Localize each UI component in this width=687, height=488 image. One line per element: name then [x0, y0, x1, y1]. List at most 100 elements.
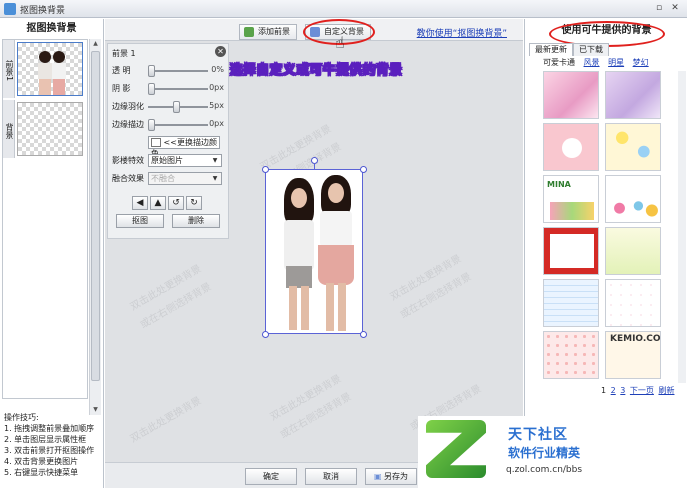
layer-label: 背景 — [3, 100, 15, 158]
tile-label: MINA — [547, 180, 571, 189]
color-swatch — [151, 138, 161, 147]
tip-item: 4. 双击背景更换图片 — [4, 457, 79, 466]
tips-title: 操作技巧: — [4, 413, 39, 422]
tip-item: 1. 拖拽调整前景叠加顺序 — [4, 424, 95, 433]
layer-panel: 抠图换背景 前景1 背景 ▲ ▼ 操作技巧: 1. 拖拽调整前景叠加顺序 2. … — [0, 19, 104, 488]
shadow-slider[interactable] — [148, 83, 208, 95]
layer-list: 前景1 背景 — [2, 39, 88, 399]
save-as-button[interactable]: ▣ 另存为 — [365, 468, 417, 485]
logo-line1: 天下社区 — [508, 427, 568, 443]
blend-select[interactable]: 不融合 ▼ — [148, 172, 222, 185]
gallery-thumbnail[interactable] — [543, 71, 599, 119]
category-row: 可爱卡通 风景 明星 梦幻 — [543, 57, 655, 68]
scroll-thumb[interactable] — [91, 51, 100, 381]
prop-opacity: 透 明 0% — [112, 65, 224, 77]
left-panel-header: 抠图换背景 — [26, 23, 77, 34]
close-window-icon[interactable]: ✕ — [668, 2, 682, 15]
category-scenery[interactable]: 风景 — [584, 58, 600, 67]
help-link[interactable]: 教你使用“抠图换背景” — [417, 26, 507, 39]
tip-item: 5. 右键显示快捷菜单 — [4, 468, 79, 477]
gallery-pager: 1 2 3 下一页 刷新 — [601, 385, 674, 396]
gallery-thumbnail[interactable] — [543, 227, 599, 275]
add-foreground-button[interactable]: 添加前景 — [239, 24, 297, 40]
instruction-annotation: 6.选择自定义或可牛提供的背景 — [215, 63, 403, 79]
tips-section: 操作技巧: 1. 拖拽调整前景叠加顺序 2. 单击图层显示属性框 3. 双击前景… — [4, 412, 102, 478]
scroll-up-icon[interactable]: ▲ — [90, 39, 101, 49]
gallery-thumbnail[interactable] — [605, 71, 661, 119]
rotate-right-icon[interactable]: ↻ — [186, 196, 202, 210]
props-title: 前景 1 — [112, 49, 136, 58]
resize-handle[interactable] — [360, 331, 367, 338]
window-title: 抠图换背景 — [20, 6, 66, 16]
layer-scrollbar[interactable]: ▲ ▼ — [89, 39, 101, 415]
background-thumbnail[interactable] — [17, 102, 83, 156]
close-icon[interactable]: ✕ — [215, 46, 226, 57]
rotate-left-icon[interactable]: ↺ — [168, 196, 184, 210]
gallery-thumbnail[interactable]: KEMIO.COM — [605, 331, 661, 379]
foreground-image[interactable] — [265, 169, 363, 334]
refresh-link[interactable]: 刷新 — [658, 386, 674, 395]
background-thumbnail-grid: MINA KEMIO.COM — [543, 71, 669, 381]
move-up-icon[interactable]: ◀ — [132, 196, 148, 210]
foreground-thumbnail[interactable] — [17, 42, 83, 96]
title-bar: 抠图换背景 ▫ ✕ — [0, 0, 687, 18]
logo-line2: 软件行业精英 — [508, 446, 581, 460]
gallery-thumbnail[interactable] — [605, 279, 661, 327]
tip-item: 2. 单击图层显示属性框 — [4, 435, 87, 444]
cutout-button[interactable]: 抠图 — [116, 214, 164, 228]
category-stars[interactable]: 明星 — [608, 58, 624, 67]
ok-button[interactable]: 确定 — [245, 468, 297, 485]
gallery-thumbnail[interactable] — [543, 331, 599, 379]
layer-label: 前景1 — [3, 40, 15, 98]
minimize-icon[interactable]: ▫ — [652, 2, 666, 15]
opacity-slider[interactable] — [148, 65, 208, 77]
person-figure — [280, 178, 318, 333]
chevron-down-icon: ▼ — [212, 175, 218, 182]
resize-handle[interactable] — [262, 166, 269, 173]
category-dreamy[interactable]: 梦幻 — [633, 58, 649, 67]
gallery-thumbnail[interactable] — [543, 123, 599, 171]
app-icon — [4, 3, 16, 15]
page-3[interactable]: 3 — [620, 386, 625, 395]
layer-background[interactable]: 背景 — [3, 100, 87, 158]
effect-row: 影楼特效 原始图片 ▼ — [108, 154, 228, 168]
tip-item: 3. 双击前景打开抠图操作 — [4, 446, 95, 455]
gallery-thumbnail[interactable] — [605, 227, 661, 275]
save-icon: ▣ — [373, 472, 382, 481]
gallery-thumbnail[interactable] — [543, 279, 599, 327]
move-down-icon[interactable]: ▲ — [150, 196, 166, 210]
effect-select[interactable]: 原始图片 ▼ — [148, 154, 222, 167]
next-page-link[interactable]: 下一页 — [630, 386, 654, 395]
foreground-properties-panel: 前景 1 ✕ 透 明 0% 阴 影 0px 边缘羽化 5px 边缘描边 0px … — [107, 43, 229, 239]
feather-slider[interactable] — [148, 101, 208, 113]
page-2[interactable]: 2 — [611, 386, 616, 395]
gallery-thumbnail[interactable]: MINA — [543, 175, 599, 223]
delete-button[interactable]: 删除 — [172, 214, 220, 228]
gallery-thumbnail[interactable] — [605, 175, 661, 223]
watermark-line: 双击此处更换背景 — [128, 395, 204, 445]
category-cartoon[interactable]: 可爱卡通 — [543, 58, 575, 67]
prop-feather: 边缘羽化 5px — [112, 101, 224, 113]
stroke-color-button[interactable]: <<更换描边颜色 — [148, 136, 220, 158]
page-1[interactable]: 1 — [601, 386, 606, 395]
stroke-color-row: <<更换描边颜色 — [108, 136, 228, 158]
stroke-slider[interactable] — [148, 119, 208, 131]
logo-url: q.zol.com.cn/bbs — [506, 465, 583, 475]
tab-latest[interactable]: 最新更新 — [529, 43, 573, 56]
resize-handle[interactable] — [262, 331, 269, 338]
prop-stroke: 边缘描边 0px — [112, 119, 224, 131]
add-image-icon — [244, 27, 254, 37]
gallery-thumbnail[interactable] — [605, 123, 661, 171]
tab-downloaded[interactable]: 已下载 — [573, 43, 609, 56]
layer-foreground-1[interactable]: 前景1 — [3, 40, 87, 98]
tile-label: KEMIO.COM — [610, 334, 661, 344]
hand-cursor-icon: ☝ — [335, 33, 345, 52]
gallery-scrollbar[interactable] — [678, 71, 686, 383]
person-figure — [316, 175, 356, 333]
site-logo-overlay: 天下社区 软件行业精英 q.zol.com.cn/bbs — [418, 416, 687, 488]
blend-row: 融合效果 不融合 ▼ — [108, 172, 228, 186]
resize-handle[interactable] — [360, 166, 367, 173]
chevron-down-icon: ▼ — [212, 157, 218, 164]
prop-shadow: 阴 影 0px — [112, 83, 224, 95]
cancel-button[interactable]: 取消 — [305, 468, 357, 485]
